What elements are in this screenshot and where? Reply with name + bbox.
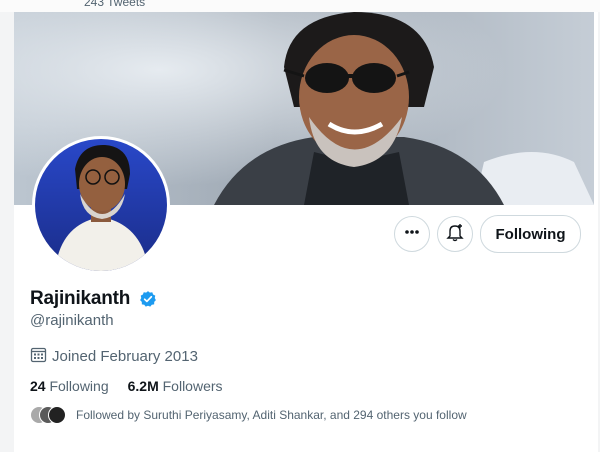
profile-handle: @rajinikanth [30,312,114,329]
top-strip: 243 Tweets [0,0,600,12]
bell-plus-icon [445,222,465,247]
followed-by-row[interactable]: Followed by Suruthi Periyasamy, Aditi Sh… [30,406,467,424]
more-button[interactable] [394,216,430,252]
more-icon [403,223,421,246]
calendar-icon [30,346,47,367]
following-button[interactable]: Following [480,215,581,253]
profile-name: Rajinikanth [30,288,131,309]
following-count: 24 [30,378,46,394]
notifications-button[interactable] [437,216,473,252]
followers-link[interactable]: 6.2M Followers [128,378,223,394]
follower-avatars [30,406,66,424]
following-link[interactable]: 24 Following [30,378,109,394]
followed-by-text: Followed by Suruthi Periyasamy, Aditi Sh… [76,408,467,422]
joined-date: Joined February 2013 [30,346,198,367]
tweet-count: 243 Tweets [84,0,146,9]
follower-avatar [48,406,66,424]
followers-label: Followers [162,378,223,394]
profile-avatar[interactable] [32,136,170,274]
following-label: Following [49,378,109,394]
follow-stats: 24 Following 6.2M Followers [30,378,223,394]
followers-count: 6.2M [127,378,159,394]
verified-badge-icon [139,290,157,313]
joined-text: Joined February 2013 [52,348,198,365]
avatar-image [35,139,167,271]
